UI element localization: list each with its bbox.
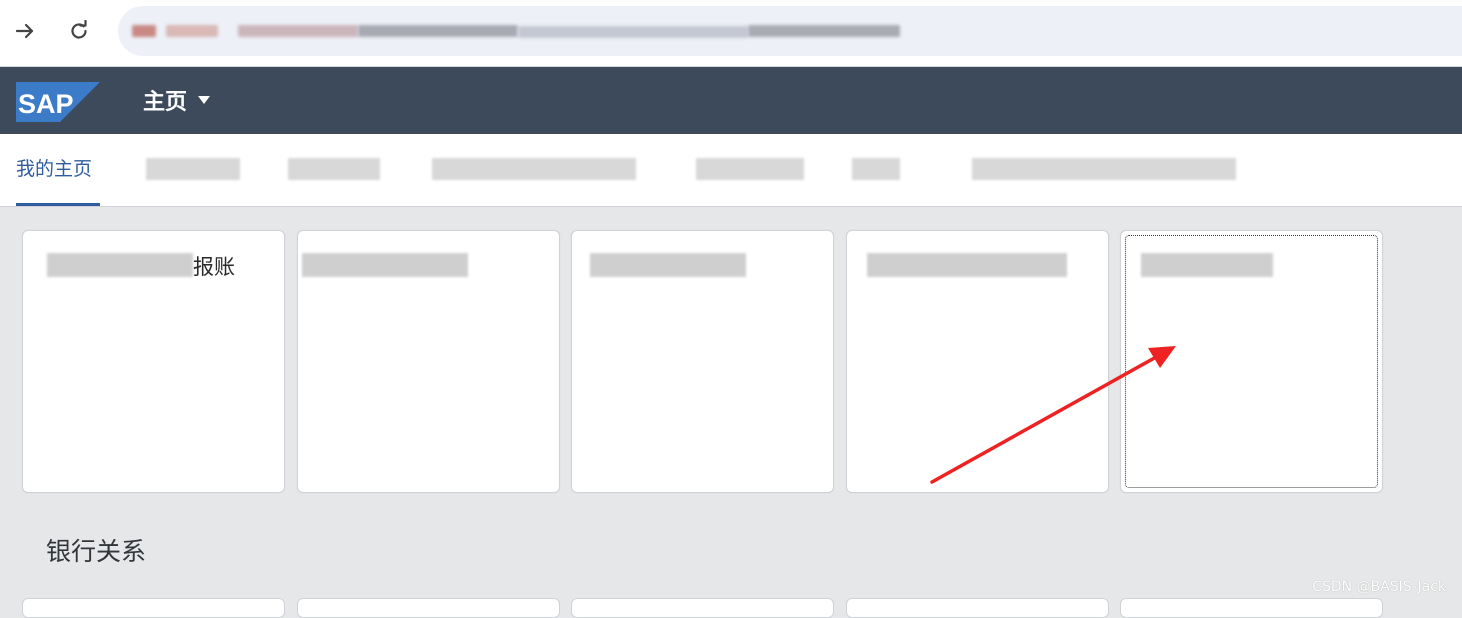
tab-my-home[interactable]: 我的主页	[16, 154, 92, 181]
app-tile[interactable]: 报账	[22, 230, 285, 493]
redacted-tile-title	[302, 253, 468, 277]
redacted-url-segment	[358, 25, 518, 37]
app-tile[interactable]	[846, 230, 1109, 493]
tab-redacted[interactable]	[146, 158, 240, 180]
sap-logo[interactable]: SAP	[16, 82, 100, 122]
shell-header: SAP 主页	[0, 67, 1462, 134]
redacted-url-segment	[132, 25, 156, 37]
watermark: CSDN @BASIS-Jack	[1312, 579, 1446, 595]
sap-logo-text: SAP	[18, 89, 74, 119]
app-tile[interactable]	[297, 598, 560, 618]
reload-icon	[71, 20, 87, 39]
redacted-tile-title	[867, 253, 1067, 277]
tab-redacted[interactable]	[288, 158, 380, 180]
forward-button[interactable]	[8, 14, 42, 48]
tab-redacted[interactable]	[432, 158, 636, 180]
app-tile[interactable]	[22, 598, 285, 618]
redacted-tile-title	[1141, 253, 1273, 277]
redacted-tile-title	[47, 253, 193, 277]
redacted-tile-title	[590, 253, 746, 277]
redacted-url-segment	[518, 26, 748, 38]
reload-button[interactable]	[62, 14, 96, 48]
redacted-url-segment	[166, 25, 218, 37]
tab-redacted[interactable]	[696, 158, 804, 180]
app-tile[interactable]	[1120, 598, 1383, 618]
tab-redacted[interactable]	[972, 158, 1236, 180]
home-menu-button[interactable]: 主页	[143, 87, 211, 115]
section-title: 银行关系	[46, 537, 147, 566]
app-tile[interactable]	[297, 230, 560, 493]
app-tile-focused[interactable]	[1120, 230, 1383, 493]
app-tile[interactable]	[571, 598, 834, 618]
app-tile[interactable]	[571, 230, 834, 493]
tile-title: 报账	[193, 255, 235, 279]
home-title: 主页	[143, 90, 188, 115]
address-bar[interactable]	[118, 6, 1462, 56]
active-tab-indicator	[16, 203, 100, 206]
arrow-right-icon	[15, 23, 34, 39]
redacted-url-segment	[748, 25, 900, 37]
redacted-url-segment	[238, 25, 358, 37]
tab-redacted[interactable]	[852, 158, 900, 180]
caret-down-icon	[198, 96, 211, 104]
app-tile[interactable]	[846, 598, 1109, 618]
anchor-bar: 我的主页	[0, 134, 1462, 207]
browser-toolbar	[0, 0, 1462, 67]
